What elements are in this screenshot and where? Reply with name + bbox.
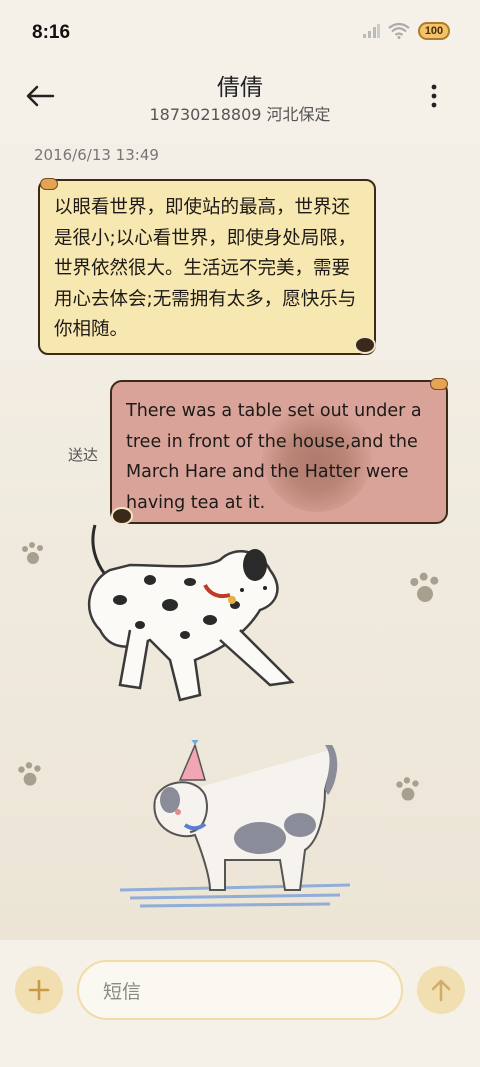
send-arrow-icon	[431, 979, 451, 1002]
status-icons: 100	[362, 22, 450, 40]
dalmatian-dog-sticker	[87, 524, 295, 702]
bread-sticker-icon	[430, 378, 448, 390]
delivery-status: 送达	[68, 446, 99, 464]
signal-icon	[363, 24, 380, 38]
contact-number-location: 18730218809 河北保定	[149, 105, 331, 124]
send-button[interactable]	[417, 966, 465, 1014]
puppy-sticker-icon	[111, 507, 133, 525]
paw-print-decoration	[18, 762, 41, 786]
bread-sticker-icon	[40, 178, 58, 190]
message-timestamp: 2016/6/13 13:49	[34, 146, 159, 164]
add-attachment-button[interactable]	[15, 966, 63, 1014]
more-options-button[interactable]	[422, 78, 446, 114]
sms-input[interactable]: 短信	[77, 960, 403, 1020]
plus-icon	[28, 979, 50, 1001]
more-vertical-icon	[431, 84, 437, 108]
status-time: 8:16	[32, 22, 71, 43]
puppy-sticker-icon	[354, 336, 376, 354]
outgoing-message-bubble[interactable]: There was a table set out under a tree i…	[110, 380, 448, 524]
conversation-header: 倩倩 18730218809 河北保定	[0, 64, 480, 144]
composer-bar: 短信	[0, 940, 480, 1067]
wifi-icon	[388, 23, 410, 39]
party-hat-dog-sticker	[119, 740, 351, 908]
paw-print-decoration	[396, 777, 419, 801]
paw-print-decoration	[22, 542, 43, 564]
incoming-message-bubble[interactable]: 以眼看世界，即使站的最高，世界还是很小;以心看世界，即使身处局限，世界依然很大。…	[38, 179, 376, 355]
contact-name: 倩倩	[217, 75, 263, 101]
paw-print-decoration	[410, 572, 439, 602]
status-bar: 8:16 100	[0, 0, 480, 64]
incoming-message-text: 以眼看世界，即使站的最高，世界还是很小;以心看世界，即使身处局限，世界依然很大。…	[54, 197, 357, 340]
outgoing-message-text: There was a table set out under a tree i…	[126, 401, 422, 513]
battery-indicator: 100	[418, 22, 450, 40]
